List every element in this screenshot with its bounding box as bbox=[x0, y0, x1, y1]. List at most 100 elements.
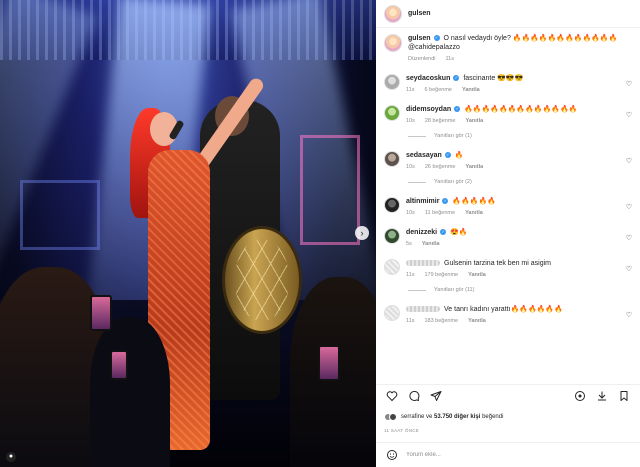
crowd-silhouette bbox=[90, 317, 170, 467]
verified-icon: ✓ bbox=[433, 35, 440, 42]
heart-icon[interactable] bbox=[384, 388, 400, 404]
likes-connector: ve bbox=[426, 414, 433, 420]
avatar[interactable] bbox=[384, 74, 400, 90]
comment-username[interactable]: didemsoydan bbox=[406, 106, 451, 113]
comment-text: fascinante 😎😎😎 bbox=[463, 75, 524, 82]
caption-time[interactable]: 11s bbox=[446, 56, 454, 62]
post-photo[interactable]: › ● bbox=[0, 0, 376, 467]
verified-icon: ✓ bbox=[440, 229, 447, 236]
redacted-username bbox=[406, 260, 440, 267]
heart-icon[interactable]: ♡ bbox=[626, 203, 632, 211]
comment-likes[interactable]: 6 beğenme bbox=[424, 87, 452, 93]
heart-icon[interactable]: ♡ bbox=[626, 311, 632, 319]
comment-username[interactable]: altinmimir bbox=[406, 198, 439, 205]
reply-button[interactable]: Yanıtla bbox=[468, 318, 486, 324]
reply-button[interactable]: Yanıtla bbox=[465, 164, 483, 170]
edited-label: Düzenlendi bbox=[408, 56, 436, 62]
view-replies-button[interactable]: Yanıtları gör (11) bbox=[408, 287, 640, 293]
caption-text: O nasıl vedaydı öyle? 🔥🔥🔥🔥🔥🔥🔥🔥🔥🔥🔥🔥 bbox=[443, 35, 618, 42]
user-tag-icon[interactable]: ● bbox=[6, 452, 16, 462]
avatar[interactable] bbox=[384, 228, 400, 244]
caption-meta: Düzenlendi 11s bbox=[408, 56, 632, 62]
comment-likes[interactable]: 26 beğenme bbox=[425, 164, 456, 170]
share-icon[interactable] bbox=[428, 388, 444, 404]
caption-text-block: gulsen ✓ O nasıl vedaydı öyle? 🔥🔥🔥🔥🔥🔥🔥🔥🔥🔥… bbox=[408, 34, 632, 62]
comment-likes[interactable]: 183 beğenme bbox=[424, 318, 458, 324]
comment-text: Gulsenin tarzina tek ben mi asigim bbox=[444, 260, 551, 267]
redacted-username bbox=[406, 306, 440, 313]
caption-username[interactable]: gulsen bbox=[408, 35, 431, 42]
comment-time[interactable]: 11s bbox=[406, 272, 414, 278]
comment-username[interactable]: denizzeki bbox=[406, 229, 437, 236]
view-replies-button[interactable]: Yanıtları gör (2) bbox=[408, 179, 640, 185]
comment-text: 🔥 bbox=[454, 152, 464, 159]
verified-icon: ✓ bbox=[453, 75, 460, 82]
comment-time[interactable]: 10s bbox=[406, 210, 415, 216]
comments-panel: gulsen gulsen ✓ O nasıl vedaydı öyle? 🔥🔥🔥… bbox=[376, 0, 640, 467]
audience-phone bbox=[90, 295, 112, 331]
liker-avatar bbox=[389, 413, 397, 421]
comments-list[interactable]: gulsen ✓ O nasıl vedaydı öyle? 🔥🔥🔥🔥🔥🔥🔥🔥🔥🔥… bbox=[376, 28, 640, 384]
liker-username[interactable]: serrafine bbox=[401, 414, 424, 420]
reply-button[interactable]: Yanıtla bbox=[468, 272, 486, 278]
post-viewer: › ● gulsen gulsen ✓ O nasıl vedaydı öyle?… bbox=[0, 0, 640, 467]
comment-time[interactable]: 11s bbox=[406, 87, 414, 93]
stage-frame bbox=[20, 180, 100, 250]
avatar[interactable] bbox=[384, 259, 400, 275]
heart-icon[interactable]: ♡ bbox=[626, 111, 632, 119]
reply-button[interactable]: Yanıtla bbox=[465, 210, 483, 216]
emoji-icon[interactable] bbox=[384, 447, 400, 463]
audience-phone bbox=[318, 345, 340, 381]
caption: gulsen ✓ O nasıl vedaydı öyle? 🔥🔥🔥🔥🔥🔥🔥🔥🔥🔥… bbox=[376, 34, 640, 62]
verified-icon: ✓ bbox=[442, 198, 449, 205]
view-replies-button[interactable]: Yanıtları gör (1) bbox=[408, 133, 640, 139]
avatar[interactable] bbox=[384, 197, 400, 213]
comment-username[interactable]: sedasayan bbox=[406, 152, 442, 159]
next-slide-icon[interactable]: › bbox=[355, 226, 369, 240]
header-username[interactable]: gulsen bbox=[408, 10, 431, 17]
heart-icon[interactable]: ♡ bbox=[626, 157, 632, 165]
caption-mention[interactable]: @cahidepalazzo bbox=[408, 43, 632, 52]
comment-input[interactable] bbox=[406, 452, 632, 458]
stage-frame bbox=[300, 135, 360, 245]
comment-item: Ve tanrı kadını yarattı🔥🔥🔥🔥🔥🔥 11s 183 beğ… bbox=[376, 305, 640, 324]
avatar[interactable] bbox=[384, 4, 402, 23]
comment-item: denizzeki ✓ 😍🔥 5s Yanıtla ♡ bbox=[376, 228, 640, 247]
comment-item: sedasayan ✓ 🔥 10s 26 beğenme Yanıtla ♡ bbox=[376, 151, 640, 170]
comment-time[interactable]: 10s bbox=[406, 118, 415, 124]
heart-icon[interactable]: ♡ bbox=[626, 80, 632, 88]
comment-item: Gulsenin tarzina tek ben mi asigim 11s 17… bbox=[376, 259, 640, 278]
comment-likes[interactable]: 28 beğenme bbox=[425, 118, 456, 124]
comment-username[interactable]: seydacoskun bbox=[406, 75, 450, 82]
reply-button[interactable]: Yanıtla bbox=[465, 118, 483, 124]
reply-button[interactable]: Yanıtla bbox=[422, 241, 440, 247]
comment-text: 🔥🔥🔥🔥🔥🔥🔥🔥🔥🔥🔥🔥🔥 bbox=[464, 106, 578, 113]
comment-text: 😍🔥 bbox=[450, 229, 468, 236]
save-icon[interactable] bbox=[616, 388, 632, 404]
comment-time[interactable]: 5s bbox=[406, 241, 412, 247]
comment-icon[interactable] bbox=[406, 388, 422, 404]
drum bbox=[222, 226, 302, 334]
likes-count[interactable]: 53.750 diğer kişi bbox=[434, 414, 480, 420]
verified-icon: ✓ bbox=[454, 106, 461, 113]
comment-item: didemsoydan ✓ 🔥🔥🔥🔥🔥🔥🔥🔥🔥🔥🔥🔥🔥 10s 28 beğenme… bbox=[376, 105, 640, 124]
avatar[interactable] bbox=[384, 34, 402, 52]
translate-icon[interactable] bbox=[572, 388, 588, 404]
action-bar bbox=[376, 384, 640, 406]
avatar[interactable] bbox=[384, 151, 400, 167]
download-icon[interactable] bbox=[594, 388, 610, 404]
heart-icon[interactable]: ♡ bbox=[626, 265, 632, 273]
post-time: 11 SAAT ÖNCE bbox=[384, 428, 420, 433]
heart-icon[interactable]: ♡ bbox=[626, 234, 632, 242]
audience-phone bbox=[110, 350, 128, 380]
likes-summary[interactable]: serrafine ve 53.750 diğer kişi beğendi bbox=[384, 413, 632, 421]
reply-button[interactable]: Yanıtla bbox=[462, 87, 480, 93]
avatar[interactable] bbox=[384, 105, 400, 121]
comment-time[interactable]: 11s bbox=[406, 318, 414, 324]
verified-icon: ✓ bbox=[444, 152, 451, 159]
comment-time[interactable]: 10s bbox=[406, 164, 415, 170]
avatar[interactable] bbox=[384, 305, 400, 321]
comment-text: 🔥🔥🔥🔥🔥 bbox=[452, 198, 496, 205]
comment-likes[interactable]: 179 beğenme bbox=[424, 272, 458, 278]
comment-likes[interactable]: 11 beğenme bbox=[425, 210, 455, 216]
